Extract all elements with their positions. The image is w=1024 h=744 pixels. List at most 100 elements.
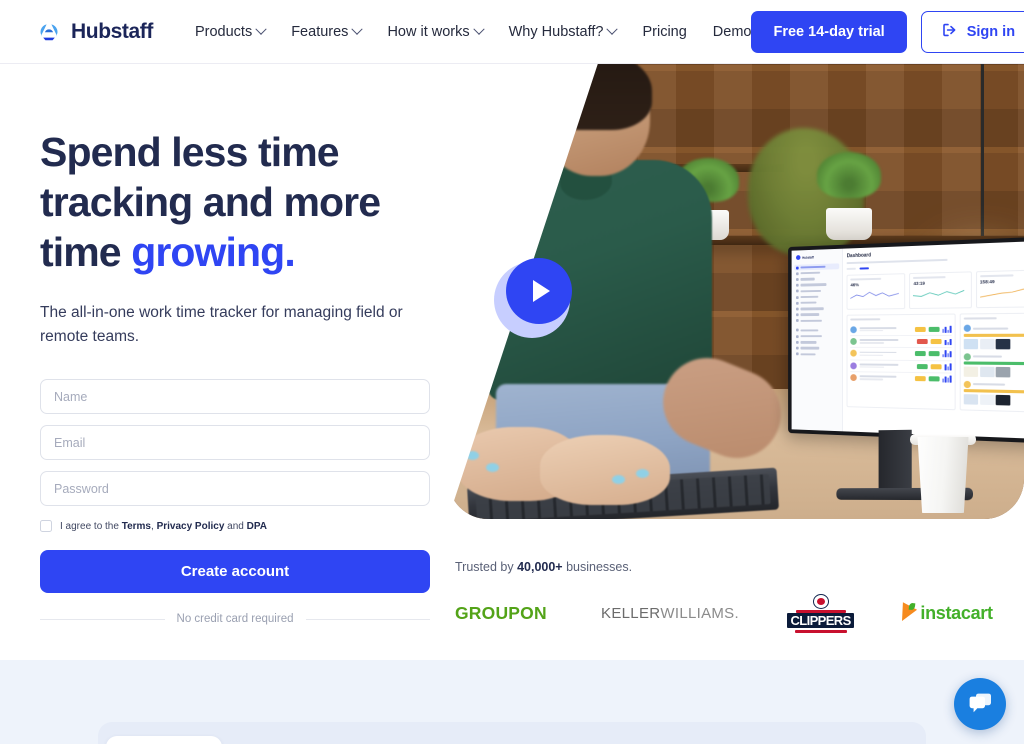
- dashboard-sidebar: Hubstaff: [791, 248, 844, 432]
- recent-activity-panel: [959, 313, 1024, 413]
- terms-agreement: I agree to the Terms, Privacy Policy and…: [40, 520, 430, 532]
- create-account-button[interactable]: Create account: [40, 550, 430, 593]
- instacart-logo: instacart: [876, 601, 1015, 625]
- password-input[interactable]: [40, 471, 430, 506]
- no-credit-card-text: No credit card required: [176, 613, 294, 625]
- member-row: [850, 335, 952, 349]
- sign-in-arrow-icon: [942, 22, 958, 42]
- headline-line-2: tracking and more: [40, 179, 381, 225]
- pendant-cord: [981, 64, 984, 260]
- stat-card: 158:49: [975, 269, 1024, 309]
- right-hand: [540, 435, 670, 505]
- nav-label: Products: [194, 23, 253, 40]
- trusted-suffix: businesses.: [562, 560, 633, 574]
- play-button-icon[interactable]: [506, 258, 572, 324]
- member-row: [850, 347, 952, 361]
- trusted-by-text: Trusted by 40,000+ businesses.: [455, 560, 1015, 574]
- nav-item-demo[interactable]: Demo: [713, 24, 752, 40]
- feature-tab-productivity-analytics[interactable]: Productivity analytics: [222, 736, 376, 744]
- clippers-band-bottom: [794, 630, 847, 633]
- nav-item-features[interactable]: Features: [291, 23, 364, 40]
- monitor-stand: [878, 429, 912, 493]
- member-row: [850, 372, 952, 385]
- stat-card: 43:19: [909, 271, 972, 310]
- customer-logos: GROUPON KELLERWILLIAMS. CLIPPERS instaca…: [455, 594, 1015, 633]
- chevron-down-icon: [606, 23, 619, 35]
- hubstaff-logo-icon: [36, 19, 62, 45]
- brand-name: Hubstaff: [71, 19, 153, 43]
- play-video-control[interactable]: [494, 258, 574, 338]
- members-list: [846, 313, 956, 411]
- no-credit-card-note: No credit card required: [40, 613, 431, 625]
- kw-thin: WILLIAMS.: [660, 604, 739, 622]
- site-header: Hubstaff Products Features How it works …: [0, 0, 1024, 64]
- nav-label: How it works: [387, 23, 470, 40]
- sparkline-chart: [980, 286, 1024, 299]
- instacart-wordmark: instacart: [920, 602, 993, 623]
- groupon-wordmark: GROUPON: [455, 602, 547, 623]
- member-row: [850, 323, 952, 336]
- nav-item-how-it-works[interactable]: How it works: [387, 23, 485, 40]
- sparkline-chart: [850, 289, 899, 302]
- nav-label: Pricing: [642, 23, 687, 40]
- header-actions: Free 14-day trial Sign in: [751, 10, 1024, 53]
- dashboard-nav-item: [794, 351, 839, 357]
- activity-row: [963, 323, 1024, 352]
- privacy-policy-link[interactable]: Privacy Policy: [157, 521, 225, 532]
- clippers-wordmark: CLIPPERS: [787, 613, 854, 628]
- free-trial-button[interactable]: Free 14-day trial: [751, 10, 907, 53]
- sparkline-chart: [913, 287, 964, 300]
- nav-item-products[interactable]: Products: [194, 23, 267, 40]
- divider-line-right: [305, 618, 431, 620]
- sign-in-label: Sign in: [966, 23, 1016, 40]
- feature-tab-time-tracking[interactable]: Time tracking: [106, 736, 222, 744]
- feature-tab-gps-tracking[interactable]: GPS tracking: [473, 736, 588, 744]
- nav-label: Features: [291, 23, 349, 40]
- live-chat-button[interactable]: [954, 678, 1006, 730]
- dashboard-tabs: [846, 262, 1024, 271]
- main-nav: Products Features How it works Why Hubst…: [194, 23, 752, 40]
- dashboard-lower: [846, 313, 1024, 413]
- nav-item-why-hubstaff[interactable]: Why Hubstaff?: [509, 23, 619, 40]
- dashboard-nav-item: [794, 345, 839, 351]
- potted-plant-right: [816, 152, 882, 240]
- dashboard-app-name: Hubstaff: [802, 255, 814, 260]
- terms-link[interactable]: Terms: [122, 521, 151, 532]
- landing-page: Hubstaff Products Features How it works …: [0, 0, 1024, 744]
- person-hair: [540, 64, 652, 130]
- nav-item-pricing[interactable]: Pricing: [642, 24, 686, 40]
- activity-row: [963, 379, 1024, 409]
- feature-tab-strip: Time tracking Productivity analytics Rep…: [98, 722, 926, 744]
- stat-value: 46%: [850, 282, 859, 288]
- headline-line-1: Spend less time: [40, 129, 340, 175]
- coffee-cup: [917, 437, 969, 513]
- brand-logo[interactable]: Hubstaff: [36, 19, 153, 45]
- stat-value: 158:49: [979, 279, 995, 285]
- stat-value: 43:19: [913, 281, 925, 287]
- keller-williams-wordmark: KELLERWILLIAMS.: [575, 605, 765, 622]
- feature-tab-automated-payroll[interactable]: Automated payroll: [727, 736, 867, 744]
- dpa-link[interactable]: DPA: [247, 521, 267, 532]
- trusted-count: 40,000+: [517, 560, 563, 574]
- dashboard-main: Dashboard 46% 43:19 158:49: [843, 240, 1024, 440]
- signup-form: I agree to the Terms, Privacy Policy and…: [40, 379, 431, 625]
- chat-bubble-icon: [967, 691, 993, 718]
- name-input[interactable]: [40, 379, 430, 414]
- chevron-down-icon: [472, 23, 485, 35]
- agree-sep-2: and: [224, 520, 247, 532]
- trusted-by-section: Trusted by 40,000+ businesses. GROUPON K…: [455, 560, 1015, 633]
- sign-in-button[interactable]: Sign in: [920, 10, 1024, 53]
- play-triangle-icon: [533, 280, 550, 302]
- agree-prefix: I agree to the: [60, 520, 122, 532]
- divider-line-left: [40, 618, 165, 620]
- chevron-down-icon: [255, 23, 267, 35]
- headline-accent: growing.: [131, 229, 296, 275]
- feature-tab-online-timesheets[interactable]: Online timesheets: [588, 736, 727, 744]
- feature-tab-reporting[interactable]: Reporting: [376, 736, 473, 744]
- activity-row: [963, 351, 1024, 380]
- monitor-screen: Hubstaff Dashboard 46% 43:19 158:49: [791, 240, 1024, 440]
- email-input[interactable]: [40, 425, 430, 460]
- terms-checkbox[interactable]: [40, 520, 52, 532]
- dashboard-logo: Hubstaff: [794, 254, 839, 261]
- stat-card: 46%: [846, 273, 906, 311]
